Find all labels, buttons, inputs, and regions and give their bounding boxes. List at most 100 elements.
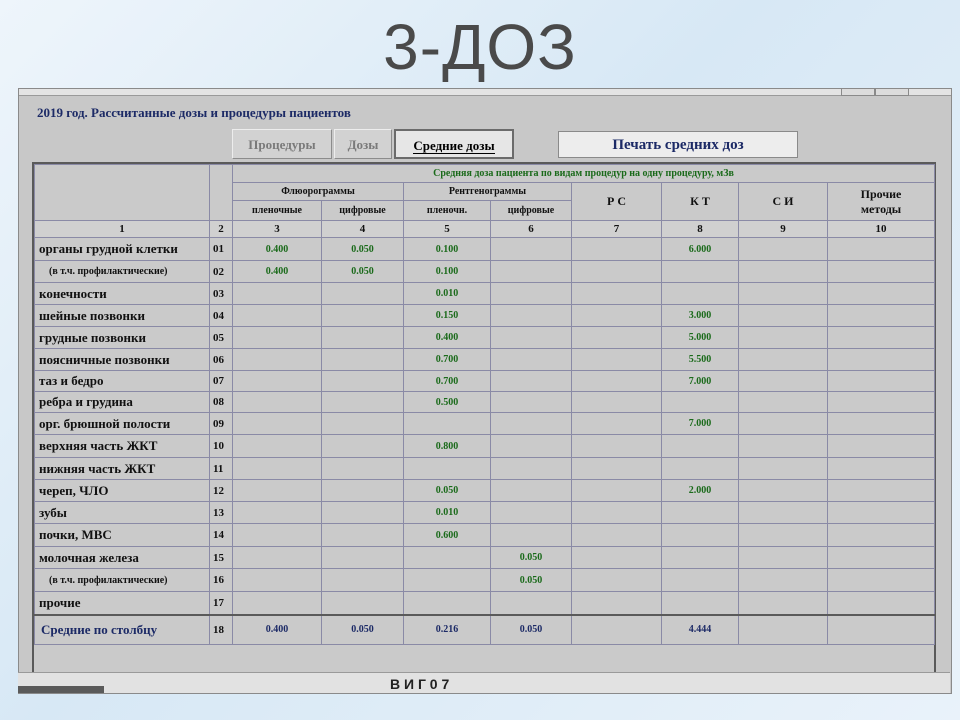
dose-cell[interactable]	[826, 568, 936, 592]
dose-cell[interactable]: 5.500	[661, 348, 739, 371]
dose-cell[interactable]	[232, 523, 322, 547]
dose-cell[interactable]: 0.010	[403, 501, 491, 524]
dose-cell[interactable]	[661, 568, 739, 592]
dose-cell[interactable]	[738, 546, 828, 569]
dose-cell[interactable]	[232, 546, 322, 569]
dose-cell[interactable]	[738, 434, 828, 458]
dose-cell[interactable]	[490, 260, 572, 283]
dose-cell[interactable]	[403, 591, 491, 615]
dose-cell[interactable]	[321, 591, 404, 615]
dose-cell[interactable]	[661, 591, 739, 615]
dose-cell[interactable]	[738, 260, 828, 283]
dose-cell[interactable]: 0.050	[403, 479, 491, 502]
dose-cell[interactable]: 0.216	[403, 613, 491, 645]
tab-doses[interactable]: Дозы	[334, 129, 392, 159]
dose-cell[interactable]	[571, 546, 662, 569]
dose-cell[interactable]	[232, 391, 322, 413]
dose-cell[interactable]	[490, 391, 572, 413]
dose-cell[interactable]	[403, 568, 491, 592]
dose-cell[interactable]	[738, 370, 828, 392]
dose-cell[interactable]	[321, 434, 404, 458]
dose-cell[interactable]: 0.400	[232, 613, 322, 645]
dose-cell[interactable]	[321, 523, 404, 547]
dose-cell[interactable]	[490, 591, 572, 615]
dose-cell[interactable]	[738, 568, 828, 592]
dose-cell[interactable]	[321, 412, 404, 435]
dose-cell[interactable]	[232, 304, 322, 327]
dose-cell[interactable]	[232, 412, 322, 435]
dose-cell[interactable]	[571, 412, 662, 435]
dose-cell[interactable]	[232, 348, 322, 371]
dose-cell[interactable]: 0.050	[490, 613, 572, 645]
dose-cell[interactable]	[490, 434, 572, 458]
dose-cell[interactable]	[232, 370, 322, 392]
dose-cell[interactable]: 0.050	[490, 546, 572, 569]
dose-cell[interactable]	[321, 546, 404, 569]
dose-cell[interactable]	[661, 546, 739, 569]
dose-cell[interactable]	[571, 282, 662, 305]
dose-cell[interactable]	[661, 457, 739, 480]
dose-cell[interactable]	[321, 391, 404, 413]
dose-cell[interactable]	[321, 326, 404, 349]
dose-cell[interactable]	[826, 523, 936, 547]
dose-cell[interactable]	[403, 412, 491, 435]
dose-cell[interactable]: 0.600	[403, 523, 491, 547]
dose-cell[interactable]	[571, 434, 662, 458]
dose-cell[interactable]: 2.000	[661, 479, 739, 502]
dose-cell[interactable]	[571, 237, 662, 261]
dose-cell[interactable]	[321, 304, 404, 327]
dose-cell[interactable]	[232, 434, 322, 458]
dose-cell[interactable]	[490, 282, 572, 305]
dose-cell[interactable]	[661, 523, 739, 547]
dose-cell[interactable]	[490, 412, 572, 435]
dose-cell[interactable]: 0.050	[321, 260, 404, 283]
dose-cell[interactable]	[571, 457, 662, 480]
dose-cell[interactable]	[738, 237, 828, 261]
dose-cell[interactable]: 0.800	[403, 434, 491, 458]
dose-cell[interactable]	[826, 237, 936, 261]
dose-cell[interactable]	[826, 326, 936, 349]
tab-average-doses[interactable]: Средние дозы	[394, 129, 514, 159]
dose-cell[interactable]: 0.100	[403, 260, 491, 283]
dose-cell[interactable]: 0.100	[403, 237, 491, 261]
dose-cell[interactable]	[826, 457, 936, 480]
dose-cell[interactable]	[321, 501, 404, 524]
dose-cell[interactable]	[826, 370, 936, 392]
dose-cell[interactable]	[826, 613, 936, 645]
dose-cell[interactable]	[571, 479, 662, 502]
dose-cell[interactable]	[490, 237, 572, 261]
dose-cell[interactable]	[232, 282, 322, 305]
dose-cell[interactable]	[738, 282, 828, 305]
dose-cell[interactable]: 0.400	[232, 260, 322, 283]
dose-cell[interactable]	[738, 523, 828, 547]
dose-cell[interactable]	[571, 260, 662, 283]
dose-cell[interactable]	[826, 282, 936, 305]
dose-cell[interactable]	[571, 591, 662, 615]
dose-cell[interactable]: 7.000	[661, 412, 739, 435]
dose-cell[interactable]	[232, 479, 322, 502]
dose-cell[interactable]: 0.400	[403, 326, 491, 349]
dose-cell[interactable]: 6.000	[661, 237, 739, 261]
dose-cell[interactable]	[661, 282, 739, 305]
dose-cell[interactable]	[403, 457, 491, 480]
dose-cell[interactable]	[321, 348, 404, 371]
dose-cell[interactable]	[738, 457, 828, 480]
dose-cell[interactable]	[321, 479, 404, 502]
dose-cell[interactable]	[490, 479, 572, 502]
dose-cell[interactable]	[490, 348, 572, 371]
dose-cell[interactable]	[321, 370, 404, 392]
dose-cell[interactable]	[490, 326, 572, 349]
dose-cell[interactable]: 0.700	[403, 370, 491, 392]
minimize-button[interactable]	[841, 89, 875, 96]
dose-cell[interactable]	[661, 501, 739, 524]
dose-cell[interactable]	[571, 326, 662, 349]
dose-cell[interactable]	[321, 457, 404, 480]
dose-cell[interactable]: 0.400	[232, 237, 322, 261]
dose-cell[interactable]	[826, 591, 936, 615]
dose-cell[interactable]	[490, 523, 572, 547]
dose-cell[interactable]: 5.000	[661, 326, 739, 349]
dose-cell[interactable]	[738, 613, 828, 645]
dose-cell[interactable]: 0.050	[321, 237, 404, 261]
dose-cell[interactable]	[738, 348, 828, 371]
dose-cell[interactable]	[321, 282, 404, 305]
